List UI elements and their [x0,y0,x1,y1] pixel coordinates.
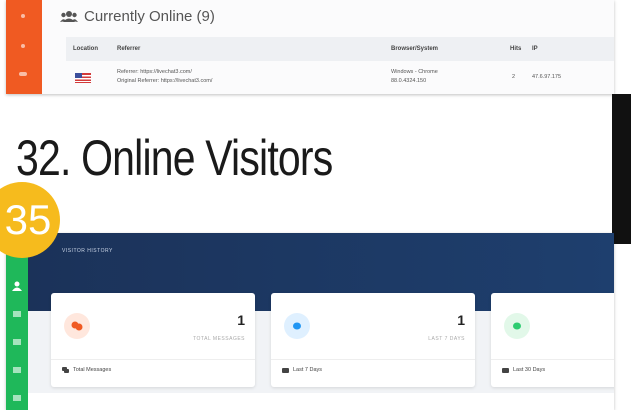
stat-card-last-7-days[interactable]: 1 LAST 7 DAYS Last 7 Days [271,293,475,387]
chat-icon [62,367,69,373]
sidebar-item[interactable] [21,14,25,18]
sidebar-item[interactable] [13,339,21,345]
original-referrer-text[interactable]: Original Referrer: https://livechat3.com… [117,77,212,86]
content-panel [28,393,614,410]
divider [271,359,475,360]
divider [51,359,255,360]
chat-bubble-icon [284,313,310,339]
briefcase-icon [282,368,289,373]
table-header: Location Referrer Browser/System Hits IP [66,37,614,61]
stat-label: TOTAL MESSAGES [193,336,245,342]
online-visitors-panel: Currently Online (9) Location Referrer B… [6,0,614,94]
stat-label: LAST 7 DAYS [428,336,465,342]
users-icon [60,11,78,22]
column-header[interactable]: Location [73,46,98,52]
sidebar-item[interactable] [13,311,21,317]
column-header[interactable]: Browser/System [391,46,438,52]
header-label: VISITOR HISTORY [62,248,113,254]
divider [491,359,614,360]
user-icon[interactable] [12,281,22,291]
chat-bubble-icon [504,313,530,339]
browser-text: Windows - Chrome [391,69,438,75]
us-flag-icon [75,73,91,83]
sidebar-item[interactable] [13,395,21,401]
background-edge [612,94,631,244]
chat-icon [64,313,90,339]
stat-value: 1 [237,312,245,328]
sidebar-item[interactable] [21,44,25,48]
briefcase-icon [502,368,509,373]
browser-version-text: 88.0.4324.150 [391,78,427,84]
badge-number: 35 [4,196,52,243]
stat-card-last-30-days[interactable]: Last 30 Days [491,293,614,387]
sidebar-item[interactable] [19,72,27,76]
stat-footer: Last 30 Days [513,367,546,373]
hits-value: 2 [512,74,516,80]
referrer-text[interactable]: Referrer: https://livechat3.com/ [117,68,192,77]
slide-title: 32. Online Visitors [16,130,333,186]
ip-value: 47.6.97.175 [532,74,562,80]
visitor-history-panel: VISITOR HISTORY 1 TOTAL MESSAGES Total M… [6,233,614,410]
panel-title: Currently Online (9) [84,7,215,25]
stat-value: 1 [457,312,465,328]
column-header[interactable]: IP [532,46,538,52]
panel-header: Currently Online (9) [60,5,215,27]
stat-footer: Total Messages [73,367,112,373]
sidebar [6,233,28,410]
stat-card-total-messages[interactable]: 1 TOTAL MESSAGES Total Messages [51,293,255,387]
column-header[interactable]: Hits [510,46,521,52]
sidebar-item[interactable] [13,367,21,373]
table-row[interactable]: Referrer: https://livechat3.com/ Origina… [66,64,614,94]
sidebar [6,0,42,94]
column-header[interactable]: Referrer [117,46,140,52]
stat-footer: Last 7 Days [293,367,323,373]
